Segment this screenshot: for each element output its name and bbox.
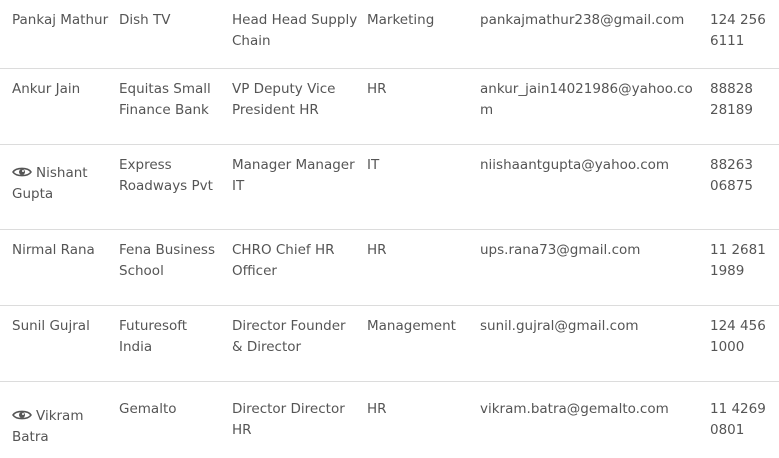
email-address: ankur_jain14021986@yahoo.com: [480, 81, 693, 118]
contact-name: Ankur Jain: [12, 79, 110, 100]
department: HR: [367, 81, 387, 97]
phone-number: 11 4269 0801: [710, 401, 766, 438]
contact-name: Nishant Gupta: [12, 163, 110, 205]
table-row: Sunil Gujral Futuresoft India Director F…: [0, 306, 779, 382]
job-title: CHRO Chief HR Officer: [232, 242, 335, 279]
contact-name: Pankaj Mathur: [12, 10, 110, 31]
contact-name: Nirmal Rana: [12, 240, 110, 261]
contact-name: Vikram Batra: [12, 406, 110, 448]
email-address: pankajmathur238@gmail.com: [480, 12, 685, 28]
table-row: Vikram Batra Gemalto Director Director H…: [0, 382, 779, 458]
department: IT: [367, 157, 380, 173]
phone-number: 88828 28189: [710, 81, 753, 118]
table-row: Nirmal Rana Fena Business School CHRO Ch…: [0, 230, 779, 306]
contact-name-text: Sunil Gujral: [12, 318, 90, 334]
company-name: Dish TV: [119, 12, 171, 28]
contact-name-text: Pankaj Mathur: [12, 12, 109, 28]
email-address: ups.rana73@gmail.com: [480, 242, 641, 258]
company-name: Express Roadways Pvt: [119, 157, 213, 194]
department: Marketing: [367, 12, 435, 28]
company-name: Gemalto: [119, 401, 177, 417]
job-title: VP Deputy Vice President HR: [232, 81, 336, 118]
job-title: Director Director HR: [232, 401, 345, 438]
email-address: niishaantgupta@yahoo.com: [480, 157, 670, 173]
contacts-table: Pankaj Mathur Dish TV Head Head Supply C…: [0, 0, 779, 458]
email-address: vikram.batra@gemalto.com: [480, 401, 669, 417]
phone-number: 124 456 1000: [710, 318, 766, 355]
contact-name-text: Nirmal Rana: [12, 242, 95, 258]
company-name: Fena Business School: [119, 242, 215, 279]
company-name: Futuresoft India: [119, 318, 188, 355]
contact-name: Sunil Gujral: [12, 316, 110, 337]
job-title: Manager Manager IT: [232, 157, 355, 194]
email-address: sunil.gujral@gmail.com: [480, 318, 639, 334]
eye-icon[interactable]: [12, 409, 32, 421]
table-row: Nishant Gupta Express Roadways Pvt Manag…: [0, 145, 779, 230]
table-row: Ankur Jain Equitas Small Finance Bank VP…: [0, 69, 779, 145]
eye-icon[interactable]: [12, 166, 32, 178]
job-title: Head Head Supply Chain: [232, 12, 358, 49]
phone-number: 88263 06875: [710, 157, 753, 194]
department: HR: [367, 401, 387, 417]
contact-name-text: Ankur Jain: [12, 81, 81, 97]
department: Management: [367, 318, 456, 334]
table-row: Pankaj Mathur Dish TV Head Head Supply C…: [0, 0, 779, 69]
company-name: Equitas Small Finance Bank: [119, 81, 211, 118]
phone-number: 11 2681 1989: [710, 242, 766, 279]
department: HR: [367, 242, 387, 258]
job-title: Director Founder & Director: [232, 318, 346, 355]
phone-number: 124 256 6111: [710, 12, 766, 49]
